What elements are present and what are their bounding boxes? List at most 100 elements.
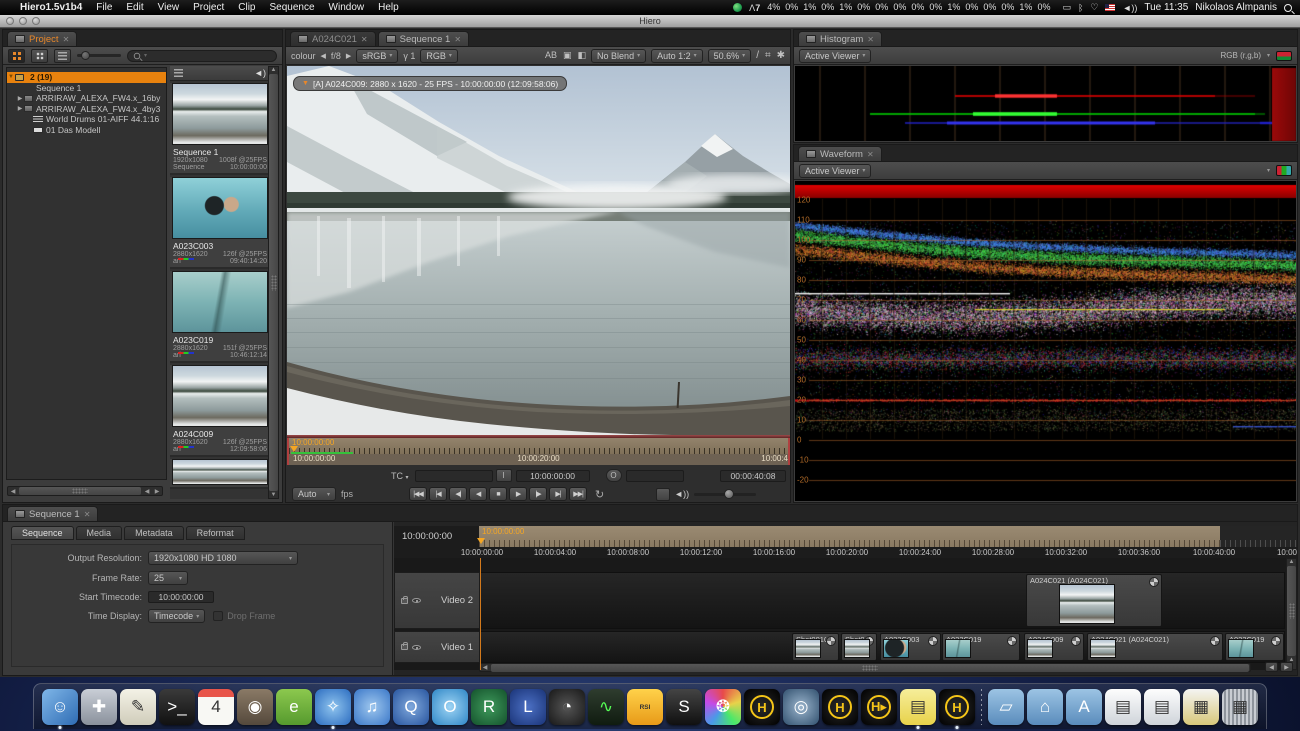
close-icon[interactable]: ✕	[84, 510, 91, 519]
volume-slider[interactable]	[694, 493, 756, 496]
bin-row-arriraw-alexa-fw4-x-16by[interactable]: ▶ARRIRAW_ALEXA_FW4.x_16by	[7, 93, 166, 104]
tab-a024c021[interactable]: A024C021✕	[290, 31, 376, 46]
next-edit-button[interactable]: ▶|	[549, 487, 567, 501]
effects-badge-icon[interactable]	[1007, 636, 1017, 646]
tab-histogram[interactable]: Histogram ✕	[798, 31, 882, 46]
ruler-tail[interactable]	[1220, 526, 1297, 547]
menu-item-clip[interactable]: Clip	[238, 2, 255, 13]
view-large-thumbs-button[interactable]	[8, 49, 25, 63]
effects-badge-icon[interactable]	[826, 636, 836, 646]
start-timecode-field[interactable]: 10:00:00:00	[148, 591, 214, 603]
dock-icon-fan-app-l[interactable]: L	[510, 689, 546, 725]
gain-value[interactable]: f/8	[331, 51, 341, 61]
step-forward-button[interactable]: |▶	[529, 487, 547, 501]
dock-icon-terminal[interactable]: >_	[159, 689, 195, 725]
dock-icon-activity-monitor[interactable]: ∿	[588, 689, 624, 725]
slider-knob[interactable]	[81, 51, 90, 60]
dock-icon-folder-library[interactable]: ⌂	[1027, 689, 1063, 725]
effects-badge-icon[interactable]	[1071, 636, 1081, 646]
bin-row-01-das-modell[interactable]: 01 Das Modell	[7, 125, 166, 136]
dock-icon-calendar[interactable]: 4	[198, 689, 234, 725]
histogram-mode-label[interactable]: RGB (r,g,b)	[1221, 51, 1261, 60]
menu-item-view[interactable]: View	[158, 2, 180, 13]
settings-gear-icon[interactable]: ✱	[777, 50, 785, 61]
collapse-triangle-icon[interactable]: ▼	[302, 80, 309, 87]
scroll-right-icon[interactable]: ▶	[152, 488, 162, 495]
dock-icon-disk-utility[interactable]: ✚	[81, 689, 117, 725]
dock-icon-hiero-3[interactable]: H	[939, 689, 975, 725]
menu-item-help[interactable]: Help	[378, 2, 399, 13]
scrub-ticks[interactable]: 10:00:00:00	[289, 438, 788, 454]
gamma-value[interactable]: γ 1	[403, 51, 415, 61]
timeline-h-scrollbar[interactable]: ◀	[479, 663, 1251, 672]
effects-badge-icon[interactable]	[1271, 636, 1281, 646]
visibility-eye-icon[interactable]	[412, 598, 421, 603]
view-list-button[interactable]	[54, 49, 71, 63]
scroll-left-icon[interactable]: ◀	[142, 488, 152, 495]
tab-reformat[interactable]: Reformat	[186, 526, 245, 540]
bin-row-sequence-1[interactable]: Sequence 1	[7, 83, 166, 94]
sort-filter-icon[interactable]	[174, 69, 183, 77]
frame-rate-dropdown[interactable]: 25▾	[148, 571, 188, 585]
dock-icon-davinci-resolve[interactable]: ❂	[705, 689, 741, 725]
chevron-down-icon[interactable]: ▾	[1267, 167, 1270, 174]
viewer-scrub-bar[interactable]: 10:00:00:00 10:00:00:00 10:00:20:00 10:0…	[287, 438, 790, 465]
close-icon[interactable]: ✕	[867, 35, 874, 44]
channels-dropdown[interactable]: RGB▾	[420, 49, 458, 63]
dock-icon-openoffice[interactable]: O	[432, 689, 468, 725]
tc-mode-dropdown[interactable]: TC ▾	[391, 471, 409, 481]
set-in-button[interactable]: I	[496, 469, 512, 482]
dock-icon-evernote[interactable]: e	[276, 689, 312, 725]
dock-icon-folder-applications[interactable]: A	[1066, 689, 1102, 725]
bin-row-arriraw-alexa-fw4-x-4by3[interactable]: ▶ARRIRAW_ALEXA_FW4.x_4by3	[7, 104, 166, 115]
ruler-active-range[interactable]	[479, 526, 1220, 547]
lock-icon[interactable]	[401, 644, 408, 650]
tab-sequence[interactable]: Sequence	[11, 526, 74, 540]
loop-mode-icon[interactable]: ↻	[595, 488, 604, 501]
dock-icon-nuke[interactable]: ◎	[783, 689, 819, 725]
expander-icon[interactable]: ▶	[16, 105, 24, 112]
close-icon[interactable]: ✕	[361, 35, 368, 44]
track-lane[interactable]: Shot0010Shot00A023C003A023C019A024C009A0…	[480, 631, 1285, 663]
istat-icon[interactable]: Λ7	[749, 3, 760, 13]
clip-shot0010[interactable]: Shot0010	[792, 633, 839, 661]
menu-item-edit[interactable]: Edit	[126, 2, 143, 13]
menu-clock[interactable]: Tue 11:35	[1144, 2, 1188, 13]
dock-icon-hiero[interactable]: H	[744, 689, 780, 725]
chevron-down-icon[interactable]: ▾	[1267, 52, 1270, 59]
scroll-handle[interactable]	[1287, 566, 1296, 656]
thumbstrip-v-scrollbar[interactable]: ▲ ▼	[268, 66, 279, 499]
bin-thumbnail-a023c019[interactable]: A023C0192880x1620151f @25FPSari10:46:12:…	[170, 271, 270, 363]
dock-icon-safari[interactable]: ✧	[315, 689, 351, 725]
blend-dropdown[interactable]: No Blend▾	[591, 49, 646, 63]
expander-icon[interactable]: ▶	[16, 95, 24, 102]
step-back-button[interactable]: ◀|	[449, 487, 467, 501]
scroll-right-button[interactable]: ▶	[1280, 662, 1293, 672]
stop-button[interactable]: ■	[489, 487, 507, 501]
spotlight-icon[interactable]	[1284, 4, 1292, 12]
clip-a024c009[interactable]: A024C009	[1024, 633, 1084, 661]
timeline-v-scrollbar[interactable]: ▲ ▲ ▼	[1286, 558, 1297, 670]
ab-compare-icon[interactable]: AB	[545, 50, 557, 61]
sample-line-icon[interactable]: /	[756, 50, 759, 61]
close-icon[interactable]: ✕	[454, 35, 461, 44]
scroll-up-icon[interactable]: ▲	[269, 67, 279, 73]
time-display-dropdown[interactable]: Timecode▾	[148, 609, 205, 623]
speaker-icon[interactable]: ◄))	[674, 489, 689, 499]
menu-user[interactable]: Nikolaos Almpanis	[1195, 2, 1277, 13]
app-menu[interactable]: Hiero1.5v1b4	[20, 2, 82, 13]
dock-icon-finder[interactable]: ☺	[42, 689, 78, 725]
dock-icon-rsi-guard[interactable]: RSI	[627, 689, 663, 725]
scroll-left-icon[interactable]: ◀	[480, 664, 490, 671]
tab-media[interactable]: Media	[76, 526, 123, 540]
bin-thumbnail-a024c009[interactable]: A024C0092880x1620126f @25FPSari12:09:58:…	[170, 365, 270, 457]
visibility-eye-icon[interactable]	[412, 645, 421, 650]
dock-icon-stickies[interactable]: ▤	[900, 689, 936, 725]
guides-icon[interactable]: ⌗	[765, 50, 771, 61]
track-header-video-1[interactable]: Video 1	[394, 631, 480, 663]
sync-status-icon[interactable]	[733, 3, 742, 12]
rgb-parade-icon[interactable]	[1276, 165, 1292, 176]
drop-frame-checkbox[interactable]	[213, 611, 223, 621]
scroll-handle[interactable]	[269, 74, 278, 491]
rgb-rows-icon[interactable]	[1276, 51, 1292, 61]
